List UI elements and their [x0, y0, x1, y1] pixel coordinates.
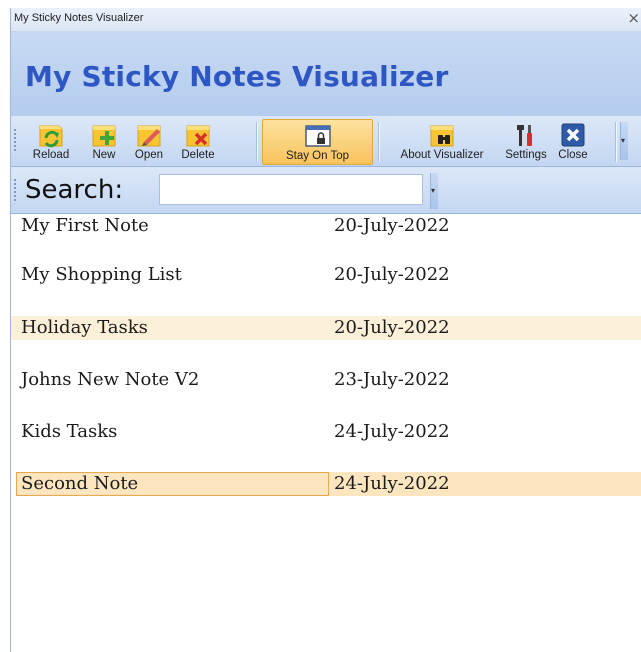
- new-button[interactable]: New: [84, 119, 124, 163]
- note-date: 20-July-2022: [334, 317, 450, 338]
- search-input[interactable]: [159, 174, 423, 205]
- window-title: My Sticky Notes Visualizer: [14, 12, 144, 24]
- list-item[interactable]: My First Note 20-July-2022: [11, 214, 641, 238]
- list-item[interactable]: Kids Tasks 24-July-2022: [11, 420, 641, 444]
- delete-button[interactable]: Delete: [173, 119, 223, 163]
- window-close-button[interactable]: ×: [627, 9, 640, 27]
- note-name: Holiday Tasks: [21, 317, 148, 338]
- tools-icon: [517, 125, 532, 146]
- settings-button[interactable]: Settings: [500, 119, 552, 163]
- main-toolbar: Reload New Open Delete Stay On Top About…: [11, 116, 641, 167]
- notes-list: My First Note 20-July-2022 My Shopping L…: [11, 214, 641, 652]
- about-visualizer-button[interactable]: About Visualizer: [384, 119, 500, 163]
- stay-on-top-label: Stay On Top: [285, 150, 350, 162]
- note-date: 23-July-2022: [334, 369, 450, 390]
- toolbar-separator: [256, 122, 257, 162]
- close-box-icon: [561, 123, 585, 147]
- list-item[interactable]: My Shopping List 20-July-2022: [11, 263, 641, 287]
- title-bar: My Sticky Notes Visualizer ×: [11, 8, 641, 32]
- search-label: Search:: [25, 175, 124, 205]
- search-bar-grip[interactable]: [14, 179, 16, 201]
- toolbar-separator: [615, 122, 616, 162]
- close-button[interactable]: Close: [553, 119, 593, 163]
- about-visualizer-label: About Visualizer: [400, 149, 484, 161]
- note-date: 20-July-2022: [334, 215, 450, 236]
- settings-label: Settings: [505, 149, 547, 161]
- search-bar: Search: ▾: [11, 167, 641, 214]
- note-name: Kids Tasks: [21, 421, 118, 442]
- open-note-icon: [137, 125, 161, 147]
- app-banner: My Sticky Notes Visualizer: [11, 32, 641, 117]
- note-date: 24-July-2022: [334, 421, 450, 442]
- note-name: My First Note: [21, 215, 149, 236]
- delete-label: Delete: [181, 149, 215, 161]
- binoculars-note-icon: [430, 125, 454, 147]
- note-name: Second Note: [21, 473, 139, 494]
- toolbar-grip[interactable]: [14, 129, 16, 151]
- app-window: My Sticky Notes Visualizer × My Sticky N…: [10, 8, 641, 652]
- note-name: Johns New Note V2: [21, 369, 200, 390]
- close-label: Close: [558, 149, 588, 161]
- list-item[interactable]: Holiday Tasks 20-July-2022: [11, 316, 641, 340]
- new-label: New: [92, 149, 116, 161]
- open-button[interactable]: Open: [127, 119, 171, 163]
- note-date: 24-July-2022: [334, 473, 450, 494]
- note-date: 20-July-2022: [334, 264, 450, 285]
- banner-title: My Sticky Notes Visualizer: [25, 60, 449, 93]
- open-label: Open: [134, 149, 164, 161]
- reload-button[interactable]: Reload: [21, 119, 81, 163]
- reload-icon: [39, 125, 63, 148]
- reload-label: Reload: [32, 149, 70, 161]
- new-note-icon: [92, 125, 116, 147]
- delete-note-icon: [186, 125, 210, 147]
- toolbar-overflow-button[interactable]: ▾: [620, 122, 628, 160]
- stay-on-top-button[interactable]: Stay On Top: [262, 119, 373, 165]
- list-item[interactable]: Johns New Note V2 23-July-2022: [11, 368, 641, 392]
- toolbar-separator: [378, 122, 379, 162]
- search-overflow-button[interactable]: ▾: [430, 173, 438, 209]
- window-lock-icon: [304, 125, 331, 147]
- list-item-selected[interactable]: Second Note 24-July-2022: [11, 472, 641, 496]
- note-name: My Shopping List: [21, 264, 182, 285]
